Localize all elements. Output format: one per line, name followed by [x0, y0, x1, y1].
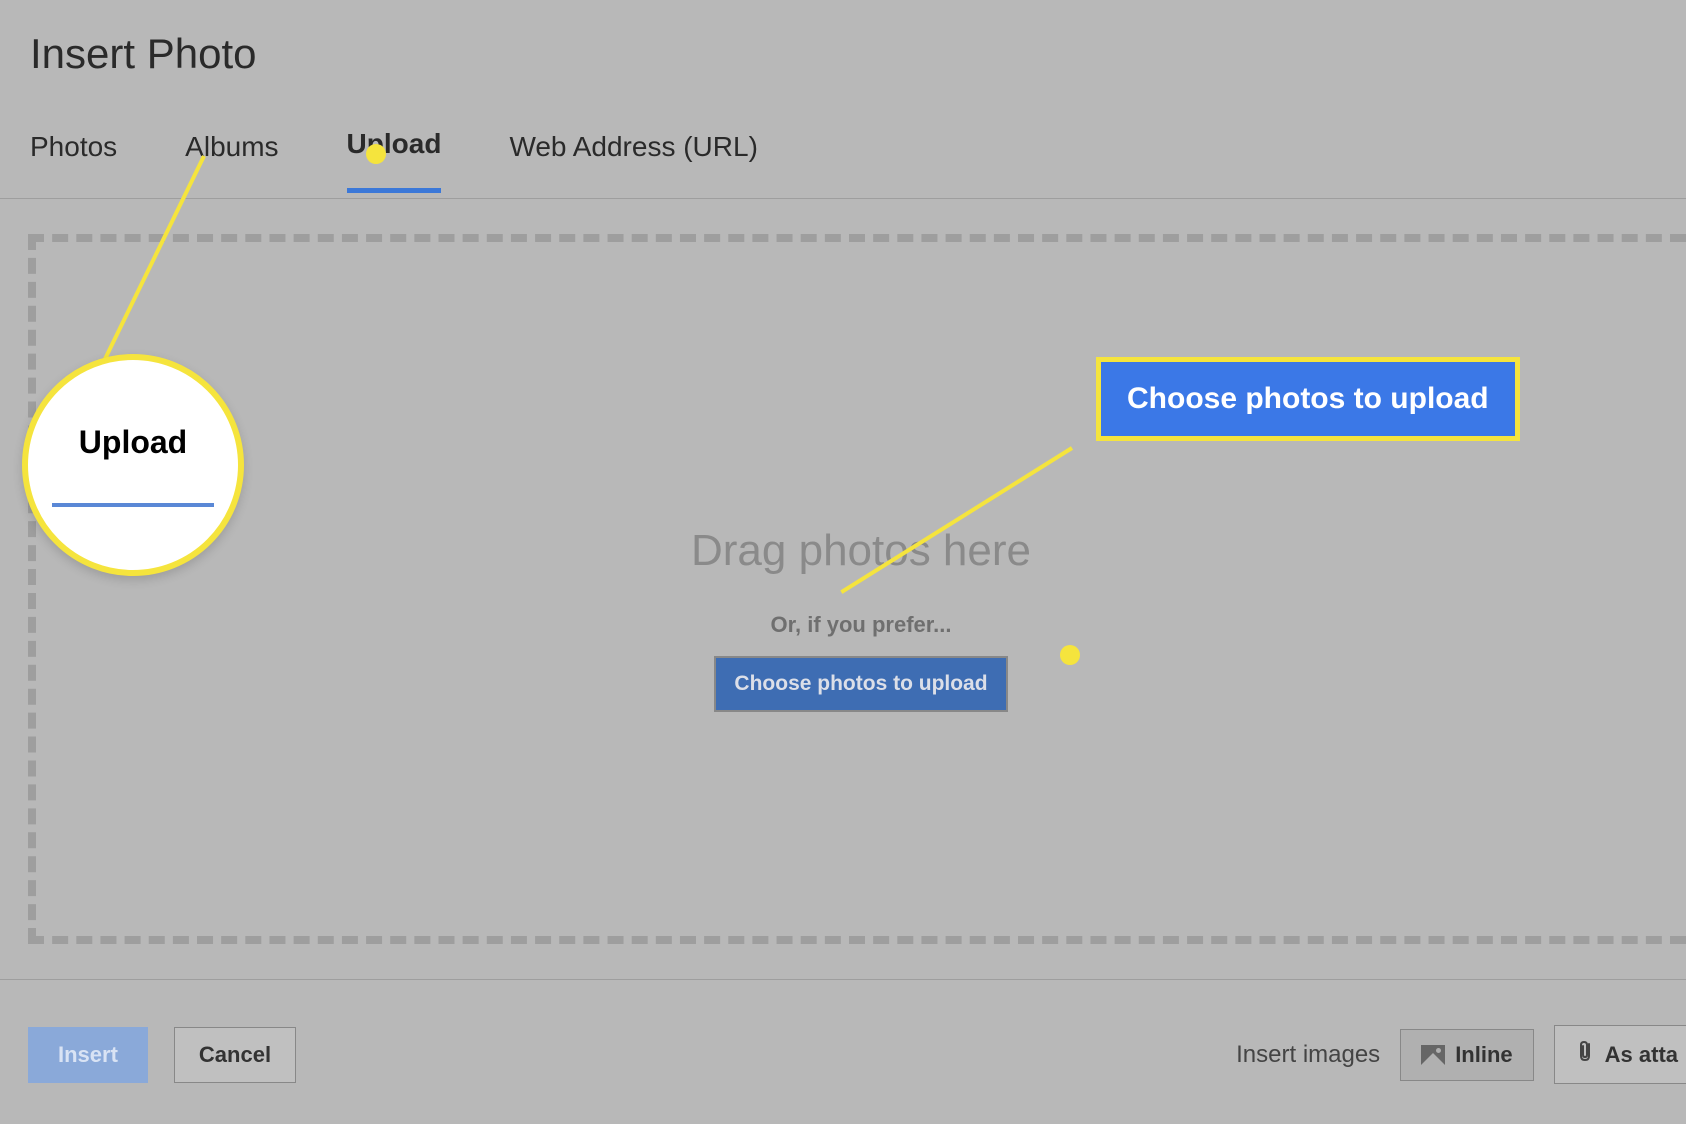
insert-button[interactable]: Insert — [28, 1027, 148, 1083]
header-divider — [0, 198, 1686, 199]
annotation-callout-choose-button: Choose photos to upload — [1096, 357, 1520, 441]
footer-right-group: Insert images Inline As atta — [1236, 1025, 1686, 1084]
annotation-callout-upload-zoom: Upload — [22, 354, 244, 576]
paperclip-icon — [1575, 1038, 1595, 1071]
cancel-button[interactable]: Cancel — [174, 1027, 296, 1083]
dialog-title: Insert Photo — [30, 30, 256, 78]
annotation-dot-choose — [1060, 645, 1080, 665]
as-attachment-toggle-button[interactable]: As atta — [1554, 1025, 1686, 1084]
or-prefer-label: Or, if you prefer... — [771, 612, 952, 638]
annotation-upload-underline — [52, 503, 214, 507]
tab-url[interactable]: Web Address (URL) — [509, 131, 757, 191]
footer-divider — [0, 979, 1686, 980]
annotation-dot-upload — [366, 144, 386, 164]
tab-bar: Photos Albums Upload Web Address (URL) — [30, 128, 758, 193]
tab-photos[interactable]: Photos — [30, 131, 117, 191]
annotation-upload-label: Upload — [79, 424, 187, 461]
dialog-footer: Insert Cancel Insert images Inline As at… — [28, 1025, 1686, 1084]
inline-label: Inline — [1455, 1042, 1512, 1068]
choose-photos-button[interactable]: Choose photos to upload — [714, 656, 1007, 712]
inline-toggle-button[interactable]: Inline — [1400, 1029, 1533, 1081]
image-icon — [1421, 1045, 1445, 1065]
drag-photos-label: Drag photos here — [691, 526, 1031, 576]
as-attachment-label: As atta — [1605, 1042, 1678, 1068]
insert-images-label: Insert images — [1236, 1041, 1380, 1069]
tab-upload[interactable]: Upload — [347, 128, 442, 193]
upload-dropzone[interactable]: Drag photos here Or, if you prefer... Ch… — [28, 234, 1686, 944]
